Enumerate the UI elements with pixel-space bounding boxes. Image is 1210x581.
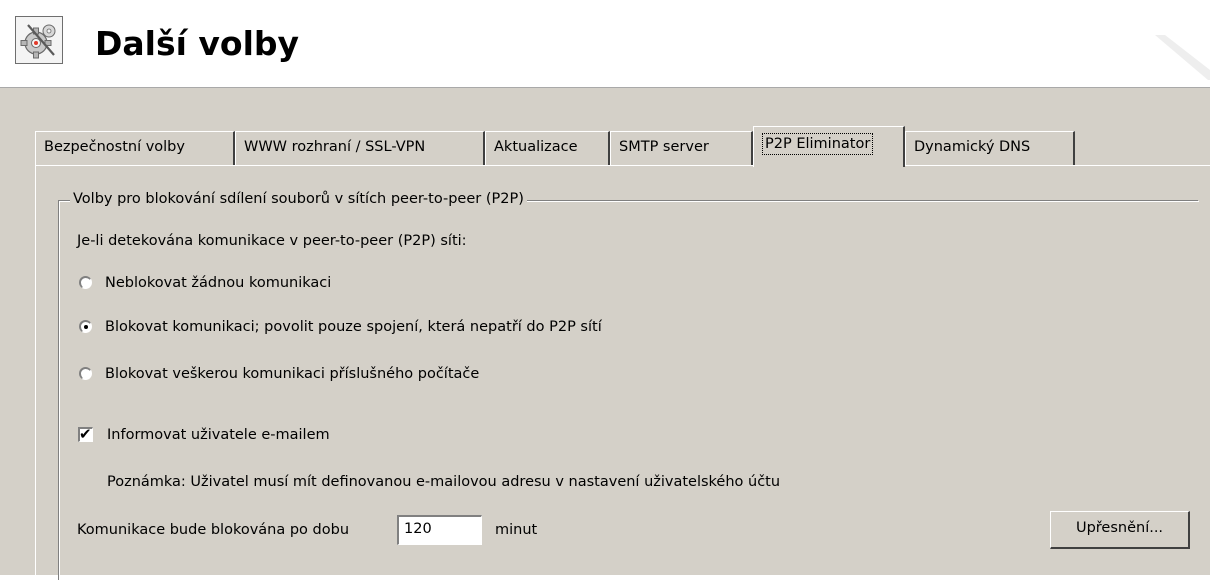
tab-label: Bezpečnostní volby — [44, 139, 185, 155]
tab-label: SMTP server — [619, 139, 709, 155]
tab-label: Aktualizace — [494, 139, 578, 155]
checkmark-icon: ✔ — [79, 425, 92, 443]
tab-label: WWW rozhraní / SSL-VPN — [244, 139, 426, 155]
tab-label: P2P Eliminator — [762, 133, 874, 155]
radio-block-p2p-only[interactable] — [79, 320, 92, 333]
radio-no-block-label[interactable]: Neblokovat žádnou komunikaci — [105, 273, 331, 293]
intro-text: Je-li detekována komunikace v peer-to-pe… — [77, 233, 467, 249]
tab-p2p-eliminator[interactable]: P2P Eliminator — [753, 126, 905, 167]
notify-email-checkbox[interactable]: ✔ — [78, 425, 93, 443]
tab-updates[interactable]: Aktualizace — [485, 131, 610, 165]
tab-security-options[interactable]: Bezpečnostní volby — [35, 131, 235, 165]
radio-block-all-label[interactable]: Blokovat veškerou komunikaci příslušného… — [105, 364, 479, 384]
radio-block-p2p-only-label[interactable]: Blokovat komunikaci; povolit pouze spoje… — [105, 317, 602, 337]
radio-no-block[interactable] — [79, 276, 92, 289]
duration-unit: minut — [495, 522, 538, 538]
header-bar: Další volby — [0, 0, 1210, 87]
tab-label: Dynamický DNS — [914, 139, 1031, 155]
tab-dynamic-dns[interactable]: Dynamický DNS — [905, 131, 1075, 165]
gears-tools-icon — [15, 16, 63, 64]
notify-email-label[interactable]: Informovat uživatele e-mailem — [107, 425, 330, 445]
radio-block-all[interactable] — [79, 367, 92, 380]
duration-input[interactable]: 120 — [397, 515, 482, 545]
groupbox-legend: Volby pro blokování sdílení souborů v sí… — [70, 188, 527, 210]
duration-label: Komunikace bude blokována po dobu — [77, 522, 350, 538]
corner-watermark-icon — [1155, 35, 1210, 80]
page-title: Další volby — [95, 24, 300, 63]
note-text: Poznámka: Uživatel musí mít definovanou … — [107, 474, 781, 490]
tab-www-ssl-vpn[interactable]: WWW rozhraní / SSL-VPN — [235, 131, 485, 165]
advanced-button[interactable]: Upřesnění... — [1050, 511, 1190, 549]
tab-smtp-server[interactable]: SMTP server — [610, 131, 753, 165]
